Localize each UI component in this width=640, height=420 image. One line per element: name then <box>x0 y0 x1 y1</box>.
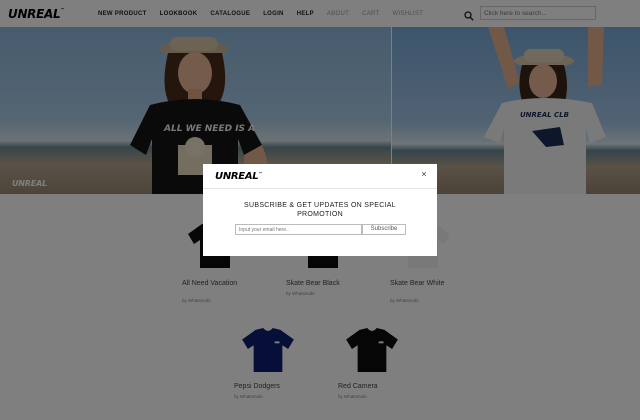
modal-logo: UNREAL™ <box>215 171 263 182</box>
modal-heading: SUBSCRIBE & GET UPDATES ON SPECIAL PROMO… <box>244 202 396 218</box>
email-field[interactable] <box>235 224 362 235</box>
subscribe-button[interactable]: Subscribe <box>362 224 406 235</box>
subscribe-modal: UNREAL™ × SUBSCRIBE & GET UPDATES ON SPE… <box>203 164 437 256</box>
modal-divider <box>203 188 437 189</box>
close-icon[interactable]: × <box>419 169 429 179</box>
